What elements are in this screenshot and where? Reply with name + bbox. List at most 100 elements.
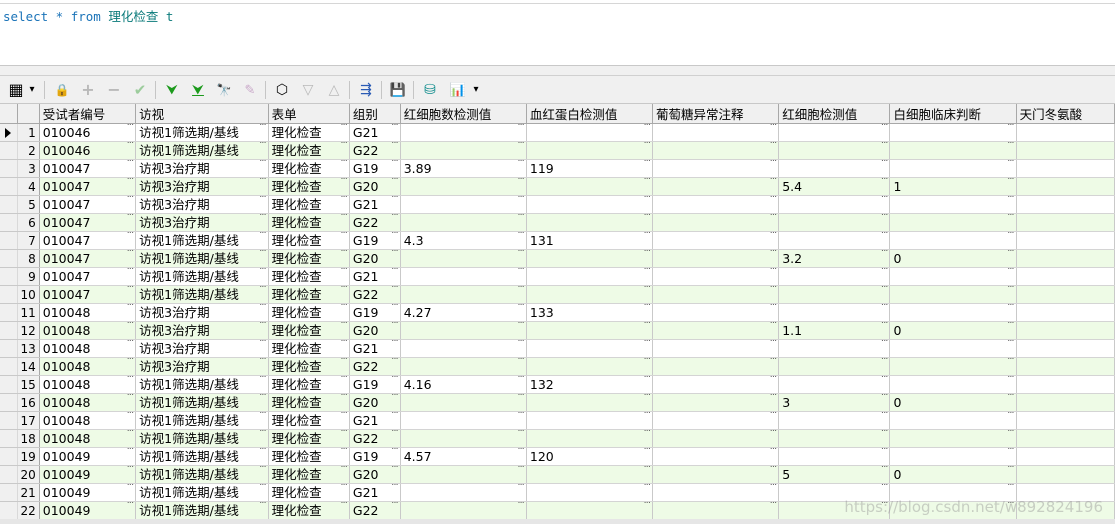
grid-cell[interactable]: 5 ··· xyxy=(778,465,891,484)
grid-cell[interactable]: ··· xyxy=(778,501,891,520)
cell-edit-button[interactable]: ··· xyxy=(340,232,347,240)
grid-cell[interactable]: ··· xyxy=(652,411,780,430)
cell-edit-button[interactable]: ··· xyxy=(340,484,347,492)
grid-cell[interactable]: 0 ··· xyxy=(889,321,1017,340)
cell-edit-button[interactable]: ··· xyxy=(391,178,398,186)
fetch-last-page-icon[interactable]: ⮟ xyxy=(188,80,208,100)
cell-edit-button[interactable]: ··· xyxy=(881,304,888,312)
cell-edit-button[interactable]: ··· xyxy=(340,466,347,474)
column-header[interactable]: 葡萄糖异常注释 xyxy=(652,104,780,124)
column-header[interactable]: 组别 xyxy=(349,104,401,124)
grid-cell[interactable]: 0 ··· xyxy=(889,393,1017,412)
grid-cell[interactable]: G22 ··· xyxy=(349,429,401,448)
grid-cell[interactable]: 理化检查 ··· xyxy=(268,177,350,196)
grid-cell[interactable]: ··· xyxy=(778,231,891,250)
column-header[interactable]: 白细胞临床判断 xyxy=(889,104,1017,124)
cell-edit-button[interactable]: ··· xyxy=(770,286,777,294)
cell-edit-button[interactable]: ··· xyxy=(127,466,134,474)
grid-cell[interactable]: 访视1筛选期/基线 ··· xyxy=(135,141,269,160)
cell-edit-button[interactable]: ··· xyxy=(517,214,524,222)
column-header[interactable]: 红细胞检测值 xyxy=(778,104,891,124)
row-number[interactable]: 10 xyxy=(17,285,40,304)
grid-cell[interactable]: 理化检查 ··· xyxy=(268,123,350,142)
grid-cell[interactable] xyxy=(1016,375,1115,394)
post-changes-icon[interactable]: ✔ xyxy=(130,80,150,100)
grid-cell[interactable]: ··· xyxy=(889,411,1017,430)
cell-edit-button[interactable]: ··· xyxy=(643,340,650,348)
cell-edit-button[interactable]: ··· xyxy=(643,376,650,384)
grid-cell[interactable] xyxy=(1016,141,1115,160)
grid-cell[interactable]: 0 ··· xyxy=(889,465,1017,484)
grid-cell[interactable]: ··· xyxy=(889,303,1017,322)
grid-cell[interactable]: ··· xyxy=(889,483,1017,502)
cell-edit-button[interactable]: ··· xyxy=(881,412,888,420)
cell-edit-button[interactable]: ··· xyxy=(259,142,266,150)
cell-edit-button[interactable]: ··· xyxy=(517,484,524,492)
cell-edit-button[interactable]: ··· xyxy=(127,214,134,222)
row-number[interactable]: 7 xyxy=(17,231,40,250)
cell-edit-button[interactable]: ··· xyxy=(391,322,398,330)
grid-cell[interactable]: 理化检查 ··· xyxy=(268,339,350,358)
cell-edit-button[interactable]: ··· xyxy=(127,178,134,186)
grid-cell[interactable]: ··· xyxy=(652,357,780,376)
grid-cell[interactable] xyxy=(1016,249,1115,268)
cell-edit-button[interactable]: ··· xyxy=(259,466,266,474)
grid-cell[interactable]: ··· xyxy=(400,339,527,358)
cell-edit-button[interactable]: ··· xyxy=(517,502,524,510)
grid-cell[interactable]: ··· xyxy=(400,177,527,196)
table-row[interactable]: 6 010047 ··· 访视3治疗期 ··· 理化检查 ··· G22 ··· ··· ··· ··… xyxy=(0,213,1115,232)
grid-cell[interactable]: ··· xyxy=(652,393,780,412)
cell-edit-button[interactable]: ··· xyxy=(259,502,266,510)
grid-cell[interactable] xyxy=(1016,231,1115,250)
grid-cell[interactable]: 3 ··· xyxy=(778,393,891,412)
grid-cell[interactable]: ··· xyxy=(778,357,891,376)
grid-cell[interactable]: 访视3治疗期 ··· xyxy=(135,213,269,232)
grid-cell[interactable]: 010047 ··· xyxy=(39,231,137,250)
grid-cell[interactable]: 010048 ··· xyxy=(39,393,137,412)
grid-cell[interactable]: ··· xyxy=(400,123,527,142)
table-row[interactable]: 11 010048 ··· 访视3治疗期 ··· 理化检查 ··· G19 ··· 4.27 ···… xyxy=(0,303,1115,322)
grid-cell[interactable] xyxy=(1016,123,1115,142)
cell-edit-button[interactable]: ··· xyxy=(391,304,398,312)
grid-cell[interactable] xyxy=(1016,339,1115,358)
cell-edit-button[interactable]: ··· xyxy=(127,412,134,420)
grid-cell[interactable]: ··· xyxy=(526,357,654,376)
grid-cell[interactable] xyxy=(1016,177,1115,196)
grid-cell[interactable]: ··· xyxy=(778,141,891,160)
save-icon[interactable]: 💾 xyxy=(388,80,408,100)
cell-edit-button[interactable]: ··· xyxy=(259,358,266,366)
grid-cell[interactable] xyxy=(1016,447,1115,466)
cell-edit-button[interactable]: ··· xyxy=(517,160,524,168)
cell-edit-button[interactable]: ··· xyxy=(881,394,888,402)
grid-cell[interactable]: G20 ··· xyxy=(349,249,401,268)
grid-cell[interactable]: 访视3治疗期 ··· xyxy=(135,195,269,214)
cell-edit-button[interactable]: ··· xyxy=(517,196,524,204)
table-row[interactable]: 16 010048 ··· 访视1筛选期/基线 ··· 理化检查 ··· G20 ··· ··· ·… xyxy=(0,393,1115,412)
cell-edit-button[interactable]: ··· xyxy=(259,124,266,132)
cell-edit-button[interactable]: ··· xyxy=(881,124,888,132)
grid-cell[interactable]: ··· xyxy=(400,501,527,520)
cell-edit-button[interactable]: ··· xyxy=(643,232,650,240)
grid-cell[interactable]: ··· xyxy=(889,357,1017,376)
grid-cell[interactable]: 访视3治疗期 ··· xyxy=(135,339,269,358)
grid-cell[interactable]: G19 ··· xyxy=(349,447,401,466)
grid-cell[interactable]: G20 ··· xyxy=(349,393,401,412)
cell-edit-button[interactable]: ··· xyxy=(259,322,266,330)
row-indicator[interactable] xyxy=(0,177,18,196)
cell-edit-button[interactable]: ··· xyxy=(391,214,398,222)
cell-edit-button[interactable]: ··· xyxy=(391,358,398,366)
grid-cell[interactable]: 访视3治疗期 ··· xyxy=(135,159,269,178)
grid-cell[interactable]: 010048 ··· xyxy=(39,303,137,322)
grid-cell[interactable]: ··· xyxy=(526,393,654,412)
cell-edit-button[interactable]: ··· xyxy=(391,160,398,168)
cell-edit-button[interactable]: ··· xyxy=(643,142,650,150)
grid-cell[interactable] xyxy=(1016,285,1115,304)
cell-edit-button[interactable]: ··· xyxy=(340,196,347,204)
cell-edit-button[interactable]: ··· xyxy=(340,340,347,348)
cell-edit-button[interactable]: ··· xyxy=(770,340,777,348)
cell-edit-button[interactable]: ··· xyxy=(391,124,398,132)
cell-edit-button[interactable]: ··· xyxy=(259,376,266,384)
grid-cell[interactable]: 理化检查 ··· xyxy=(268,159,350,178)
grid-cell[interactable]: ··· xyxy=(400,285,527,304)
grid-cell[interactable]: ··· xyxy=(889,447,1017,466)
